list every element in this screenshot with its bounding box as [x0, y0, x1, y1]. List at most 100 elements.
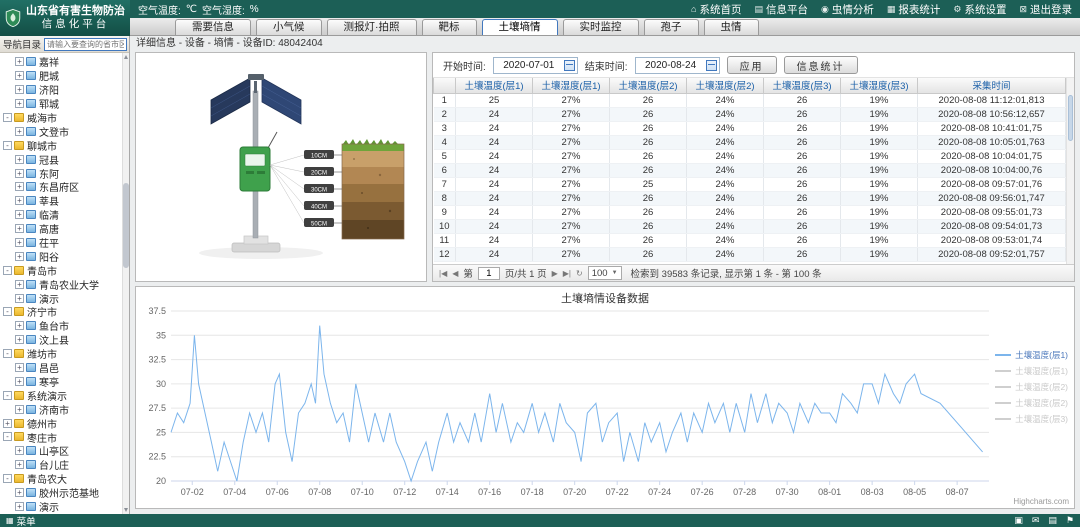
expand-icon[interactable]: + — [15, 280, 24, 289]
tree-item[interactable]: -青岛农大 — [3, 472, 120, 486]
table-row[interactable]: 92427%2624%2619%2020-08-08 09:55:01,73 — [434, 205, 1066, 219]
table-row[interactable]: 62427%2624%2619%2020-08-08 10:04:00,76 — [434, 163, 1066, 177]
tree-item[interactable]: +嘉祥 — [3, 55, 120, 69]
tree-item[interactable]: +寒亭 — [3, 374, 120, 388]
calendar-icon[interactable] — [706, 60, 717, 71]
monitor-icon[interactable]: ▣ — [1014, 515, 1023, 526]
menu-item-system-settings[interactable]: ⚙系统设置 — [953, 2, 1006, 17]
tree-item[interactable]: +文登市 — [3, 124, 120, 138]
expand-icon[interactable]: + — [15, 210, 24, 219]
expand-icon[interactable]: + — [15, 502, 24, 511]
collapse-icon[interactable]: - — [3, 349, 12, 358]
expand-icon[interactable]: + — [15, 182, 24, 191]
table-scroll-thumb[interactable] — [1068, 95, 1073, 141]
tab-weather-info[interactable]: 需要信息 — [175, 19, 251, 35]
tree-item[interactable]: +东阿 — [3, 166, 120, 180]
next-page-button[interactable]: ▶ — [552, 269, 558, 278]
expand-icon[interactable]: + — [15, 377, 24, 386]
tab-spore[interactable]: 孢子 — [644, 19, 699, 35]
page-number-input[interactable] — [478, 267, 500, 280]
legend-item[interactable]: 土壤温度(层2) — [995, 381, 1068, 393]
collapse-icon[interactable]: - — [3, 113, 12, 122]
sidebar-scroll-thumb[interactable] — [123, 183, 129, 268]
calculator-icon[interactable]: ▤ — [1048, 515, 1057, 526]
tree-item[interactable]: +鱼台市 — [3, 319, 120, 333]
prev-page-button[interactable]: ◀ — [452, 269, 458, 278]
table-row[interactable]: 42427%2624%2619%2020-08-08 10:05:01,763 — [434, 135, 1066, 149]
expand-icon[interactable]: + — [15, 460, 24, 469]
expand-icon[interactable]: + — [15, 238, 24, 247]
expand-icon[interactable]: + — [15, 71, 24, 80]
scroll-up-icon[interactable] — [124, 55, 128, 59]
expand-icon[interactable]: + — [15, 335, 24, 344]
column-header[interactable]: 土壤湿度(层3) — [841, 78, 918, 93]
tab-lamp-photo[interactable]: 测报灯·拍照 — [327, 19, 417, 35]
tree-item[interactable]: +演示 — [3, 291, 120, 305]
expand-icon[interactable]: + — [15, 99, 24, 108]
legend-item[interactable]: 土壤温度(层3) — [995, 413, 1068, 425]
soil-data-chart[interactable]: 2022.52527.53032.53537.507-0207-0407-060… — [137, 305, 1073, 507]
tree-item[interactable]: -系统演示 — [3, 388, 120, 402]
expand-icon[interactable]: + — [15, 252, 24, 261]
table-row[interactable]: 102427%2624%2619%2020-08-08 09:54:01,73 — [434, 219, 1066, 233]
expand-icon[interactable]: + — [15, 363, 24, 372]
first-page-button[interactable]: |◀ — [439, 269, 447, 278]
table-row[interactable]: 52427%2624%2619%2020-08-08 10:04:01,75 — [434, 149, 1066, 163]
column-header[interactable]: 土壤温度(层1) — [456, 78, 533, 93]
tree-item[interactable]: +阳谷 — [3, 249, 120, 263]
tree-item[interactable]: +昌邑 — [3, 361, 120, 375]
menu-item-pest-analysis[interactable]: ◉虫情分析 — [821, 2, 874, 17]
menu-button[interactable]: ▦ 菜单 — [6, 514, 36, 527]
legend-item[interactable]: 土壤温度(层1) — [995, 349, 1068, 361]
tree-item[interactable]: +冠县 — [3, 152, 120, 166]
column-header[interactable]: 土壤温度(层3) — [764, 78, 841, 93]
tree-item[interactable]: +郓城 — [3, 97, 120, 111]
expand-icon[interactable]: + — [3, 419, 12, 428]
tree-item[interactable]: +汶上县 — [3, 333, 120, 347]
tree-item[interactable]: +济阳 — [3, 83, 120, 97]
table-row[interactable]: 112427%2624%2619%2020-08-08 09:53:01,74 — [434, 233, 1066, 247]
legend-item[interactable]: 土壤湿度(层1) — [995, 365, 1068, 377]
menu-item-home[interactable]: ⌂系统首页 — [691, 2, 741, 17]
flag-icon[interactable]: ⚑ — [1066, 515, 1074, 526]
collapse-icon[interactable]: - — [3, 141, 12, 150]
collapse-icon[interactable]: - — [3, 391, 12, 400]
expand-icon[interactable]: + — [15, 446, 24, 455]
tree-item[interactable]: +山亭区 — [3, 444, 120, 458]
tree-item[interactable]: +济南市 — [3, 402, 120, 416]
expand-icon[interactable]: + — [15, 405, 24, 414]
column-header[interactable] — [434, 78, 456, 93]
tree-item[interactable]: +胶州示范基地 — [3, 486, 120, 500]
page-size-select[interactable]: 100 ▼ — [588, 266, 622, 280]
tree-item[interactable]: +肥城 — [3, 69, 120, 83]
expand-icon[interactable]: + — [15, 224, 24, 233]
tree-item[interactable]: -枣庄市 — [3, 430, 120, 444]
tree-item[interactable]: +高唐 — [3, 222, 120, 236]
last-page-button[interactable]: ▶| — [563, 269, 571, 278]
collapse-icon[interactable]: - — [3, 307, 12, 316]
scroll-down-icon[interactable] — [124, 508, 128, 512]
tree-item[interactable]: +东昌府区 — [3, 180, 120, 194]
tree-item[interactable]: -青岛市 — [3, 263, 120, 277]
tab-realtime-monitor[interactable]: 实时监控 — [563, 19, 639, 35]
column-header[interactable]: 土壤湿度(层2) — [687, 78, 764, 93]
tree-item[interactable]: -潍坊市 — [3, 347, 120, 361]
column-header[interactable]: 采集时间 — [918, 78, 1066, 93]
expand-icon[interactable]: + — [15, 127, 24, 136]
tree-item[interactable]: +台儿庄 — [3, 458, 120, 472]
expand-icon[interactable]: + — [15, 169, 24, 178]
column-header[interactable]: 土壤温度(层2) — [610, 78, 687, 93]
tree-item[interactable]: +莘县 — [3, 194, 120, 208]
table-row[interactable]: 12527%2624%2619%2020-08-08 11:12:01,813 — [434, 93, 1066, 107]
tab-microclimate[interactable]: 小气候 — [256, 19, 322, 35]
mail-icon[interactable]: ✉ — [1032, 515, 1040, 526]
expand-icon[interactable]: + — [15, 321, 24, 330]
info-stats-button[interactable]: 信息统计 — [784, 56, 858, 74]
tab-target[interactable]: 靶标 — [422, 19, 477, 35]
expand-icon[interactable]: + — [15, 294, 24, 303]
apply-button[interactable]: 应用 — [727, 56, 777, 74]
tab-pest[interactable]: 虫情 — [704, 19, 759, 35]
menu-item-logout[interactable]: ⊠退出登录 — [1019, 2, 1072, 17]
region-search-input[interactable] — [44, 38, 127, 51]
expand-icon[interactable]: + — [15, 85, 24, 94]
